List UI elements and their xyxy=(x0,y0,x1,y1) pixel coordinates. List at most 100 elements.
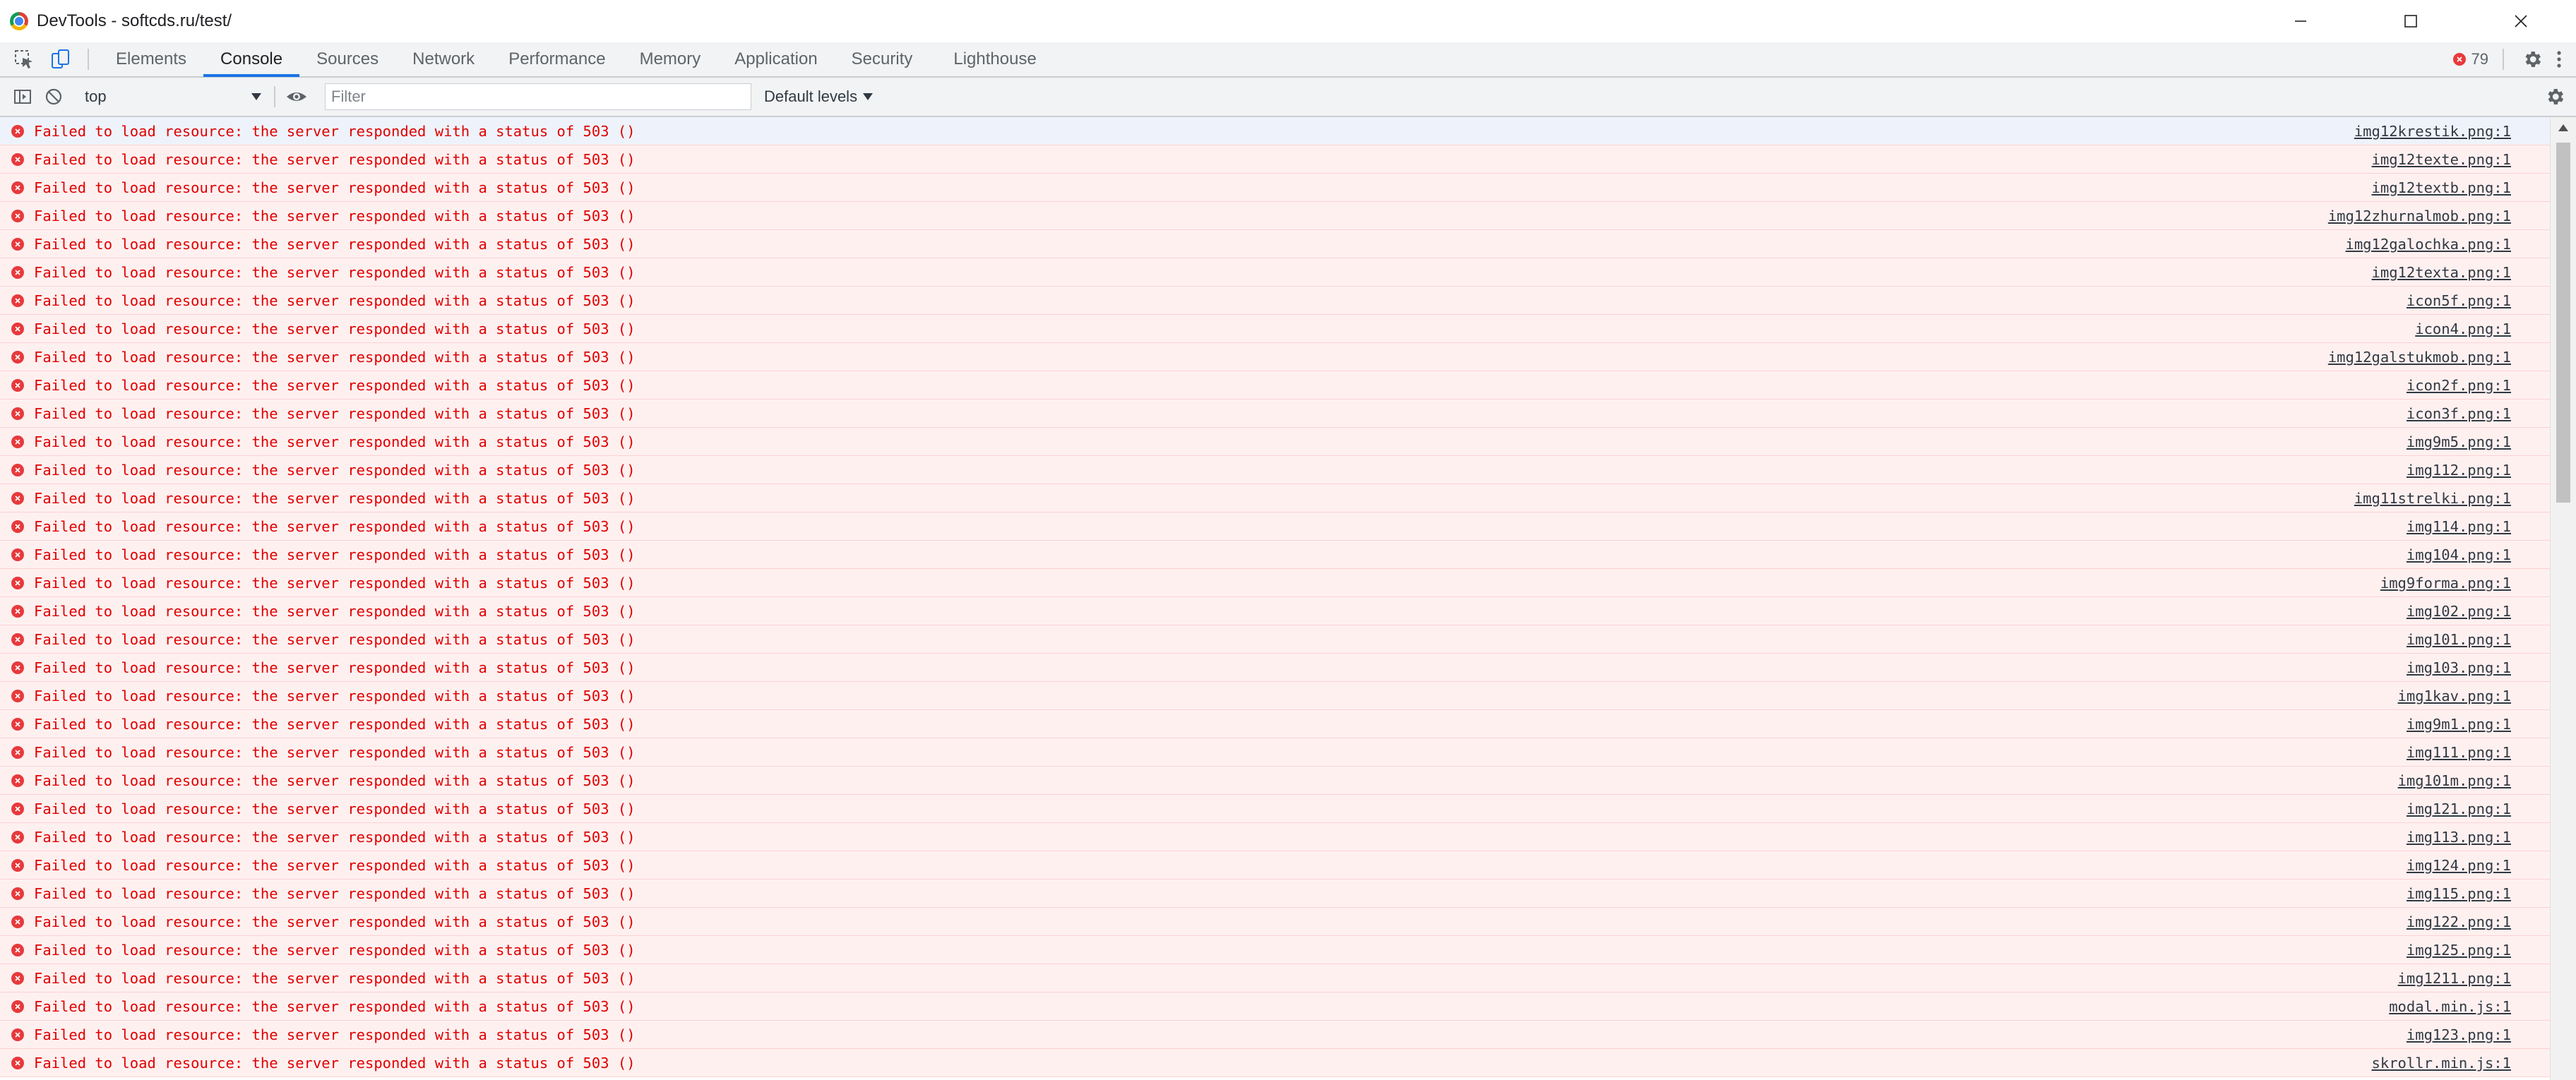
console-error-row[interactable]: Failed to load resource: the server resp… xyxy=(0,964,2551,992)
source-link[interactable]: img9forma.png:1 xyxy=(2380,575,2511,592)
source-link[interactable]: img112.png:1 xyxy=(2407,462,2511,479)
source-link[interactable]: img12galochka.png:1 xyxy=(2346,236,2512,253)
console-error-row[interactable]: Failed to load resource: the server resp… xyxy=(0,992,2551,1021)
inspect-element-button[interactable] xyxy=(10,45,38,73)
error-icon xyxy=(11,802,24,815)
console-error-row[interactable]: Failed to load resource: the server resp… xyxy=(0,710,2551,738)
close-button[interactable] xyxy=(2466,0,2576,42)
source-link[interactable]: img102.png:1 xyxy=(2407,603,2511,620)
source-link[interactable]: icon3f.png:1 xyxy=(2407,405,2511,422)
console-error-row[interactable]: Failed to load resource: the server resp… xyxy=(0,682,2551,710)
console-error-row[interactable]: Failed to load resource: the server resp… xyxy=(0,880,2551,908)
console-error-row[interactable]: Failed to load resource: the server resp… xyxy=(0,597,2551,625)
console-error-row[interactable]: Failed to load resource: the server resp… xyxy=(0,400,2551,428)
console-error-row[interactable]: Failed to load resource: the server resp… xyxy=(0,625,2551,654)
console-error-row[interactable]: Failed to load resource: the server resp… xyxy=(0,936,2551,964)
console-message-text: Failed to load resource: the server resp… xyxy=(34,828,636,846)
console-error-row[interactable]: Failed to load resource: the server resp… xyxy=(0,795,2551,823)
maximize-button[interactable] xyxy=(2356,0,2466,42)
device-toolbar-button[interactable] xyxy=(47,45,75,73)
console-error-row[interactable]: Failed to load resource: the server resp… xyxy=(0,654,2551,682)
console-error-row[interactable]: Failed to load resource: the server resp… xyxy=(0,230,2551,258)
console-error-row[interactable]: Failed to load resource: the server resp… xyxy=(0,371,2551,400)
console-error-row[interactable]: Failed to load resource: the server resp… xyxy=(0,456,2551,484)
console-error-row[interactable]: Failed to load resource: the server resp… xyxy=(0,851,2551,880)
more-options-button[interactable] xyxy=(2552,45,2566,73)
console-error-row[interactable]: Failed to load resource: the server resp… xyxy=(0,1049,2551,1077)
tab-memory[interactable]: Memory xyxy=(623,42,718,76)
source-link[interactable]: img12galstukmob.png:1 xyxy=(2328,349,2511,366)
tab-network[interactable]: Network xyxy=(395,42,491,76)
tab-lighthouse[interactable]: Lighthouse xyxy=(936,42,1053,76)
tab-security[interactable]: Security xyxy=(835,42,930,76)
console-error-row[interactable]: Failed to load resource: the server resp… xyxy=(0,145,2551,174)
source-link[interactable]: icon2f.png:1 xyxy=(2407,377,2511,394)
source-link[interactable]: img12texta.png:1 xyxy=(2372,264,2511,281)
minimize-button[interactable] xyxy=(2246,0,2356,42)
console-error-row[interactable]: Failed to load resource: the server resp… xyxy=(0,202,2551,230)
tab-console[interactable]: Console xyxy=(203,42,300,77)
source-link[interactable]: img12zhurnalmob.png:1 xyxy=(2328,208,2511,224)
source-link[interactable]: img12krestik.png:1 xyxy=(2354,123,2511,140)
source-link[interactable]: modal.min.js:1 xyxy=(2389,998,2511,1015)
source-link[interactable]: icon4.png:1 xyxy=(2415,320,2511,337)
settings-button[interactable] xyxy=(2518,45,2546,73)
filter-input[interactable] xyxy=(325,83,751,110)
console-error-row[interactable]: Failed to load resource: the server resp… xyxy=(0,1021,2551,1049)
clear-console-button[interactable] xyxy=(40,83,68,111)
console-error-row[interactable]: Failed to load resource: the server resp… xyxy=(0,117,2551,145)
source-link[interactable]: img12textb.png:1 xyxy=(2372,179,2511,196)
context-selector[interactable]: top xyxy=(78,83,268,111)
error-icon xyxy=(11,1056,24,1069)
source-link[interactable]: img1211.png:1 xyxy=(2398,970,2511,987)
console-error-row[interactable]: Failed to load resource: the server resp… xyxy=(0,258,2551,287)
source-link[interactable]: icon5f.png:1 xyxy=(2407,292,2511,309)
source-link[interactable]: img103.png:1 xyxy=(2407,659,2511,676)
source-link[interactable]: img101m.png:1 xyxy=(2398,772,2511,789)
console-error-row[interactable]: Failed to load resource: the server resp… xyxy=(0,738,2551,767)
source-link[interactable]: img125.png:1 xyxy=(2407,942,2511,959)
source-link[interactable]: img123.png:1 xyxy=(2407,1026,2511,1043)
source-link[interactable]: img111.png:1 xyxy=(2407,744,2511,761)
source-link[interactable]: img104.png:1 xyxy=(2407,546,2511,563)
console-error-row[interactable]: Failed to load resource: the server resp… xyxy=(0,823,2551,851)
console-error-row[interactable]: Failed to load resource: the server resp… xyxy=(0,541,2551,569)
console-error-row[interactable]: Failed to load resource: the server resp… xyxy=(0,569,2551,597)
source-link[interactable]: img114.png:1 xyxy=(2407,518,2511,535)
console-settings-button[interactable] xyxy=(2541,83,2569,111)
error-count-badge[interactable]: 79 xyxy=(2452,50,2488,68)
error-icon xyxy=(11,237,24,251)
console-error-row[interactable]: Failed to load resource: the server resp… xyxy=(0,287,2551,315)
tab-application[interactable]: Application xyxy=(717,42,834,76)
console-error-row[interactable]: Failed to load resource: the server resp… xyxy=(0,343,2551,371)
console-error-row[interactable]: Failed to load resource: the server resp… xyxy=(0,174,2551,202)
show-sidebar-button[interactable] xyxy=(8,83,37,111)
scroll-up-arrow-icon[interactable] xyxy=(2551,117,2576,138)
console-scrollbar[interactable] xyxy=(2550,117,2576,1080)
source-link[interactable]: img122.png:1 xyxy=(2407,913,2511,930)
source-link[interactable]: skrollr.min.js:1 xyxy=(2372,1055,2511,1072)
console-error-row[interactable]: Failed to load resource: the server resp… xyxy=(0,512,2551,541)
scrollbar-thumb[interactable] xyxy=(2556,143,2570,503)
source-link[interactable]: img124.png:1 xyxy=(2407,857,2511,874)
console-error-row[interactable]: Failed to load resource: the server resp… xyxy=(0,908,2551,936)
tab-bar-right: 79 xyxy=(2452,42,2576,76)
source-link[interactable]: img115.png:1 xyxy=(2407,885,2511,902)
source-link[interactable]: img113.png:1 xyxy=(2407,829,2511,846)
source-link[interactable]: img9m1.png:1 xyxy=(2407,716,2511,733)
source-link[interactable]: img121.png:1 xyxy=(2407,800,2511,817)
tab-elements[interactable]: Elements xyxy=(99,42,203,76)
source-link[interactable]: img101.png:1 xyxy=(2407,631,2511,648)
source-link[interactable]: img9m5.png:1 xyxy=(2407,433,2511,450)
tab-sources[interactable]: Sources xyxy=(299,42,395,76)
source-link[interactable]: img1kav.png:1 xyxy=(2398,688,2511,704)
source-link[interactable]: img11strelki.png:1 xyxy=(2354,490,2511,507)
console-error-row[interactable]: Failed to load resource: the server resp… xyxy=(0,315,2551,343)
log-levels-dropdown[interactable]: Default levels xyxy=(764,88,873,106)
console-error-row[interactable]: Failed to load resource: the server resp… xyxy=(0,767,2551,795)
console-error-row[interactable]: Failed to load resource: the server resp… xyxy=(0,484,2551,512)
live-expression-button[interactable] xyxy=(282,83,311,111)
console-error-row[interactable]: Failed to load resource: the server resp… xyxy=(0,428,2551,456)
source-link[interactable]: img12texte.png:1 xyxy=(2372,151,2511,168)
tab-performance[interactable]: Performance xyxy=(491,42,622,76)
